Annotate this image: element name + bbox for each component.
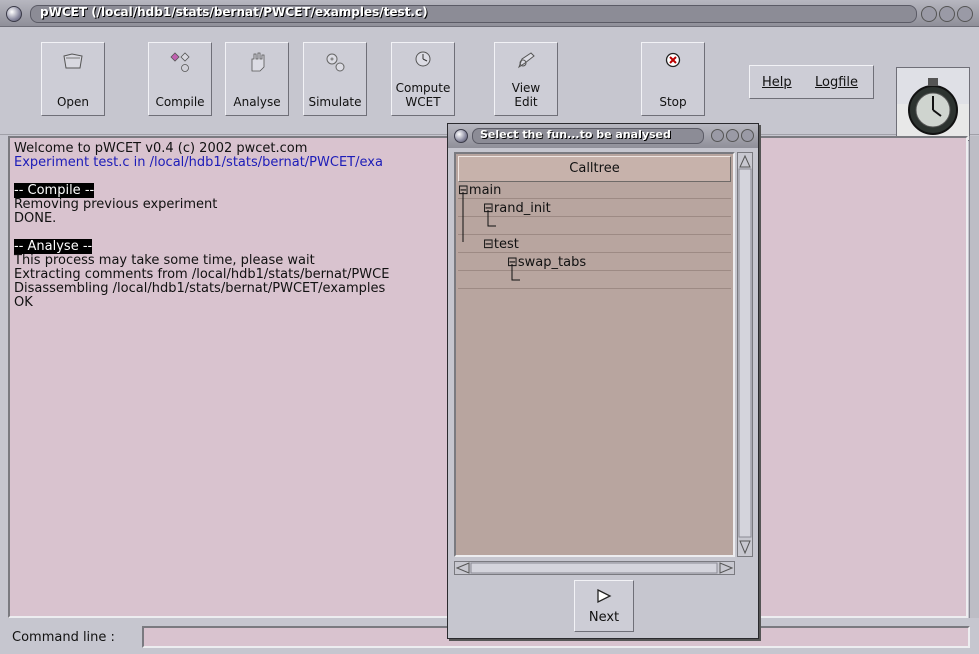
open-button[interactable]: Open (41, 42, 105, 116)
next-arrow-icon (597, 588, 612, 604)
output-line-text: Removing previous experiment (14, 197, 218, 212)
compile-label: Compile (155, 95, 205, 109)
help-logfile-group: Help Logfile (749, 65, 874, 99)
output-line-text: Welcome to pWCET v0.4 (c) 2002 pwcet.com (14, 141, 308, 156)
edit-pen-icon (517, 52, 535, 69)
tree-node-label: main (468, 183, 502, 198)
collapse-main-icon[interactable]: ⊟ (458, 183, 469, 198)
compute-wcet-label: Compute WCET (395, 81, 451, 109)
tree-node-rand-init[interactable]: ⊟rand_init (483, 200, 551, 218)
dialog-maximize-icon[interactable] (726, 129, 739, 142)
collapse-swap-tabs-icon[interactable]: ⊟ (507, 255, 518, 270)
tree-node-label: test (493, 237, 519, 252)
minimize-icon[interactable] (921, 6, 937, 22)
toolbar: Open Compile Analyse Simulate Compute WC… (0, 27, 979, 141)
compile-icon (170, 52, 190, 72)
stopwatch-logo-icon (908, 78, 958, 135)
dialog-menu-icon[interactable] (454, 129, 468, 143)
tree-node-label: rand_init (493, 201, 551, 216)
app-logo (896, 67, 970, 141)
next-label: Next (588, 610, 620, 625)
analyse-label: Analyse (233, 95, 281, 109)
view-edit-button[interactable]: View Edit (494, 42, 558, 116)
clock-icon (415, 51, 431, 67)
simulate-label: Simulate (308, 95, 362, 109)
dialog-minimize-icon[interactable] (711, 129, 724, 142)
dialog-titlebar[interactable]: Select the fun...to be analysed (448, 124, 758, 148)
close-icon[interactable] (957, 6, 973, 22)
calltree-horizontal-scrollbar[interactable] (454, 561, 735, 575)
output-line-text: Extracting comments from /local/hdb1/sta… (14, 267, 390, 282)
compile-button[interactable]: Compile (148, 42, 212, 116)
dialog-close-icon[interactable] (741, 129, 754, 142)
next-button[interactable]: Next (574, 580, 634, 632)
hscroll-arrows (455, 562, 734, 574)
simulate-button[interactable]: Simulate (303, 42, 367, 116)
view-edit-label: View Edit (511, 81, 541, 109)
collapse-rand-init-icon[interactable]: ⊟ (483, 201, 494, 216)
tree-node-main[interactable]: ⊟main (458, 182, 501, 200)
calltree-view[interactable]: Calltree ⊟main ⊟rand_init ⊟test ⊟swap_ta… (454, 152, 735, 557)
window-menu-icon[interactable] (6, 6, 22, 22)
maximize-icon[interactable] (939, 6, 955, 22)
hand-icon (251, 52, 265, 72)
scrollbar-arrows (738, 154, 752, 555)
collapse-test-icon[interactable]: ⊟ (483, 237, 494, 252)
output-line-text: Experiment test.c in /local/hdb1/stats/b… (14, 155, 383, 170)
output-line-text: OK (14, 295, 33, 310)
command-line-label: Command line : (12, 630, 115, 645)
stop-icon (665, 52, 681, 68)
output-line-text: This process may take some time, please … (14, 253, 315, 268)
window-titlebar[interactable]: pWCET (/local/hdb1/stats/bernat/PWCET/ex… (0, 0, 979, 27)
stop-button[interactable]: Stop (641, 42, 705, 116)
dialog-title: Select the fun...to be analysed (480, 128, 671, 141)
logfile-label: Logfile (815, 75, 859, 90)
tree-node-swap-tabs[interactable]: ⊟swap_tabs (507, 254, 586, 272)
output-line-text: -- Compile -- (14, 183, 95, 198)
compute-wcet-button[interactable]: Compute WCET (391, 42, 455, 116)
tree-connector-lines (462, 192, 520, 281)
output-line-text: Disassembling /local/hdb1/stats/bernat/P… (14, 281, 386, 296)
stop-label: Stop (659, 95, 687, 109)
analyse-button[interactable]: Analyse (225, 42, 289, 116)
gears-icon (326, 53, 345, 72)
function-select-dialog: Select the fun...to be analysed Calltree… (447, 123, 759, 639)
help-label: Help (762, 75, 792, 90)
logfile-link[interactable]: Logfile (815, 75, 858, 90)
open-folder-icon (63, 53, 83, 69)
tree-node-test[interactable]: ⊟test (483, 236, 519, 254)
output-line-text: -- Analyse -- (14, 239, 93, 254)
tree-node-label: swap_tabs (517, 255, 587, 270)
window-title: pWCET (/local/hdb1/stats/bernat/PWCET/ex… (40, 5, 428, 19)
output-scrollbar[interactable] (969, 136, 979, 618)
output-line-text: DONE. (14, 211, 57, 226)
open-label: Open (56, 95, 90, 109)
help-link[interactable]: Help (762, 75, 792, 90)
calltree-vertical-scrollbar[interactable] (737, 152, 753, 557)
